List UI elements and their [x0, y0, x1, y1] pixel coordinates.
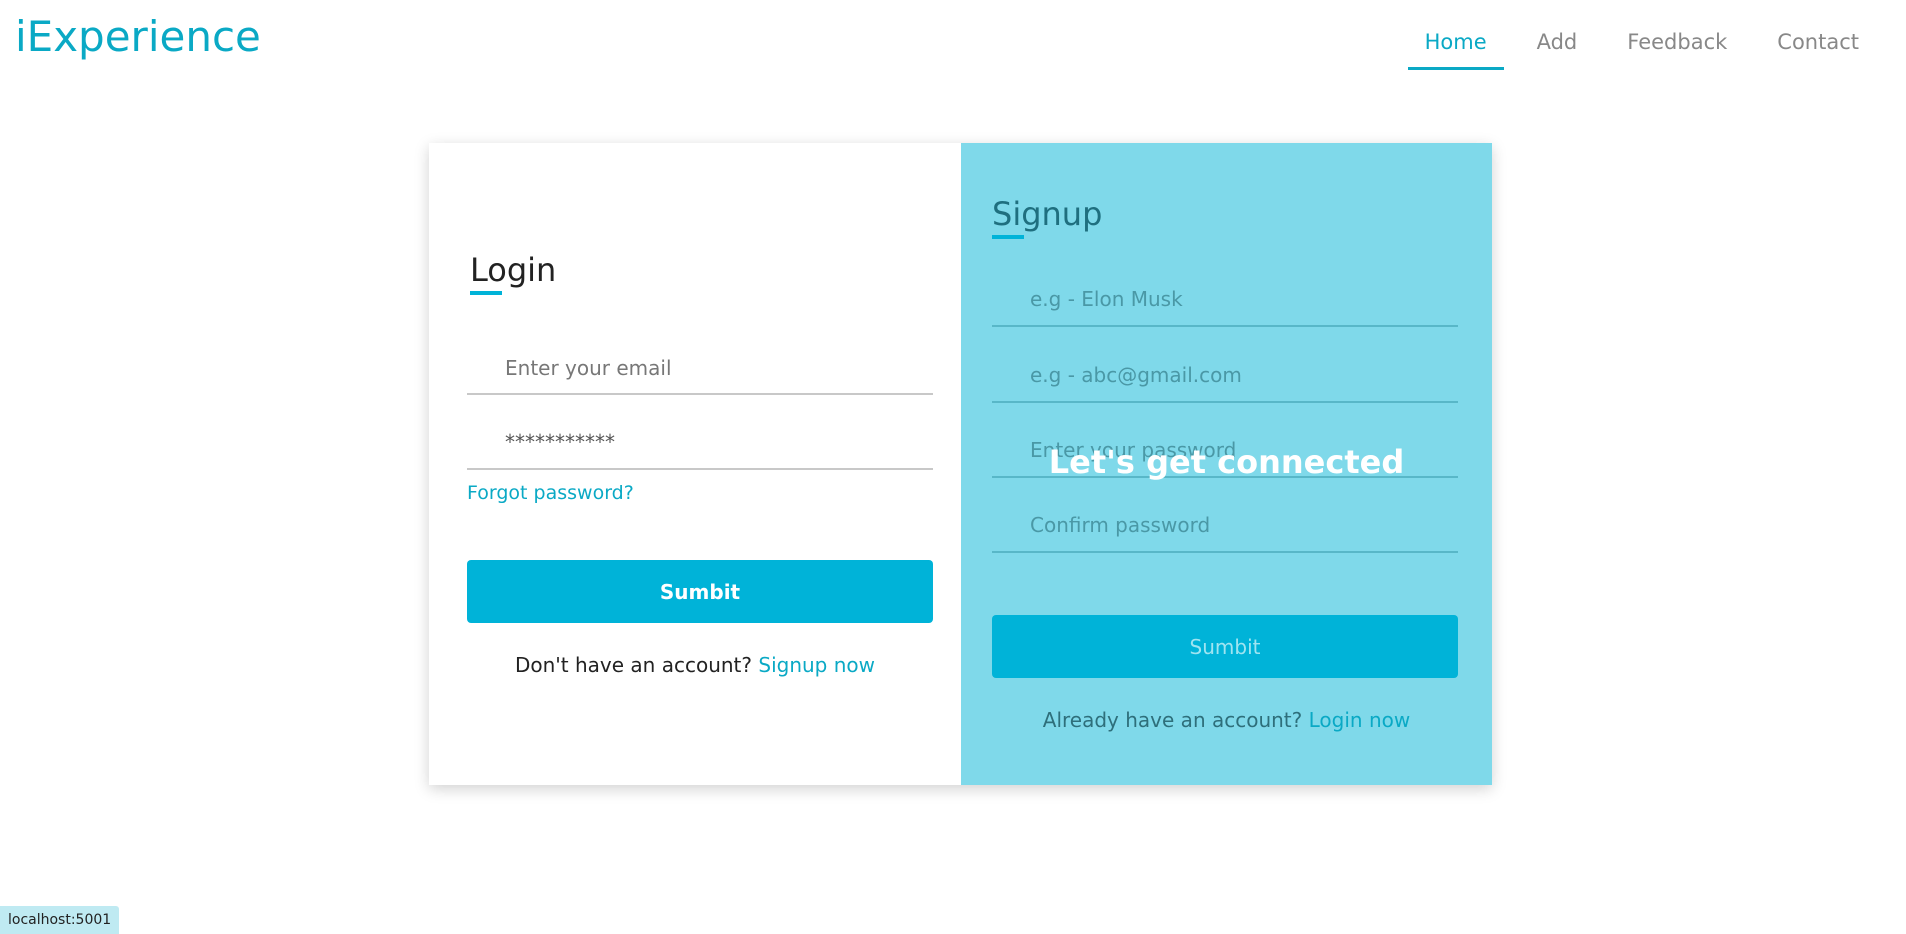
forgot-password-link[interactable]: Forgot password? — [467, 482, 634, 504]
login-prompt-text: Already have an account? — [1042, 708, 1303, 732]
signup-password-input[interactable] — [992, 423, 1458, 478]
nav-home[interactable]: Home — [1400, 26, 1512, 72]
login-prompt: Already have an account? Login now — [961, 708, 1492, 732]
signup-prompt: Don't have an account? Signup now — [429, 653, 961, 677]
signup-submit-button[interactable]: Sumbit — [992, 615, 1458, 678]
status-url: localhost:5001 — [0, 906, 120, 934]
nav-add[interactable]: Add — [1512, 26, 1603, 72]
signup-panel: Signup Sumbit Already have an account? L… — [961, 143, 1492, 785]
top-navbar: iExperience Home Add Feedback Contact — [0, 0, 1906, 90]
login-now-link[interactable]: Login now — [1309, 708, 1411, 732]
signup-confirm-password-input[interactable] — [992, 498, 1458, 553]
logo[interactable]: iExperience — [15, 12, 261, 61]
signup-email-input[interactable] — [992, 348, 1458, 403]
main-nav: Home Add Feedback Contact — [1400, 26, 1884, 72]
signup-prompt-text: Don't have an account? — [514, 653, 753, 677]
auth-card: Login Forgot password? Sumbit Don't have… — [429, 143, 1492, 785]
login-email-input[interactable] — [467, 343, 933, 395]
login-password-input[interactable] — [467, 416, 933, 470]
signup-title-text: Signup — [992, 195, 1103, 233]
login-submit-button[interactable]: Sumbit — [467, 560, 933, 623]
signup-now-link[interactable]: Signup now — [758, 653, 875, 677]
title-underline — [992, 235, 1024, 239]
title-underline — [470, 291, 502, 295]
nav-feedback[interactable]: Feedback — [1602, 26, 1752, 72]
login-panel: Login Forgot password? Sumbit Don't have… — [429, 143, 961, 785]
signup-name-input[interactable] — [992, 273, 1458, 327]
nav-contact[interactable]: Contact — [1752, 26, 1884, 72]
login-title-text: Login — [470, 251, 557, 289]
login-title: Login — [470, 251, 557, 295]
signup-title: Signup — [992, 195, 1103, 239]
